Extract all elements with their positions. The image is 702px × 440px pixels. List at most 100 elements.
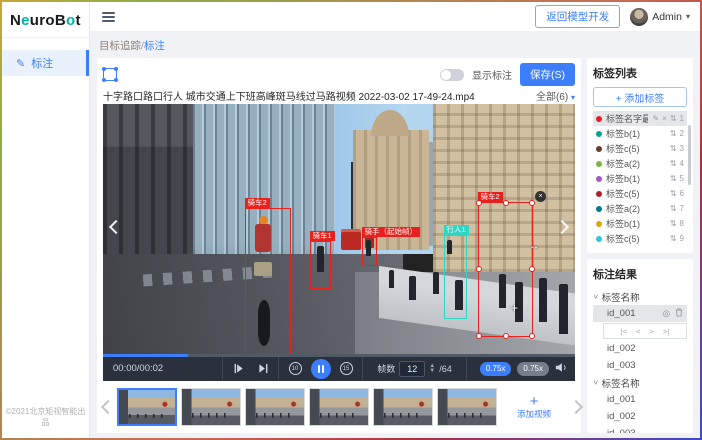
- pager-first-icon[interactable]: |<: [621, 327, 627, 336]
- sort-icon[interactable]: ⇅: [670, 189, 677, 198]
- label-color-dot: [596, 161, 602, 167]
- label-row[interactable]: 标签c(5) ⇅3: [593, 141, 687, 156]
- label-row[interactable]: 标签b(1) ⇅2: [593, 126, 687, 141]
- rewind-10-icon[interactable]: 10: [289, 362, 302, 375]
- result-item-label: id_003: [607, 428, 636, 433]
- label-name: 标签b(1): [606, 172, 666, 185]
- label-name: 标签b(1): [606, 127, 666, 140]
- add-label-button[interactable]: + 添加标签: [593, 87, 687, 107]
- filmstrip-next-arrow[interactable]: [569, 400, 583, 414]
- skip-back-icon[interactable]: [233, 363, 244, 374]
- label-row[interactable]: 标签c(5) ⇅6: [593, 186, 687, 201]
- speaker-icon[interactable]: [555, 362, 567, 376]
- sidebar-item-label: 标注: [31, 55, 53, 71]
- resize-handle[interactable]: [476, 333, 482, 339]
- label-list-card: 标签列表 + 添加标签 标签名字最长数... ✎×⇅1 标签b(1): [587, 58, 693, 253]
- forward-15-icon[interactable]: 15: [340, 362, 353, 375]
- sort-icon[interactable]: ⇅: [670, 204, 677, 213]
- label-row[interactable]: 标签a(2) ⇅4: [593, 156, 687, 171]
- resize-handle[interactable]: [503, 333, 509, 339]
- resize-handle[interactable]: [503, 200, 509, 206]
- chevron-expand-icon: >: [591, 294, 600, 299]
- label-order: 4: [680, 159, 684, 168]
- video-thumbnail-6[interactable]: [437, 388, 497, 426]
- locate-icon[interactable]: ◎: [663, 308, 670, 319]
- video-thumbnail-2[interactable]: [181, 388, 241, 426]
- video-thumbnail-1[interactable]: [117, 388, 177, 426]
- video-thumbnail-5[interactable]: [373, 388, 433, 426]
- bbox-rider1[interactable]: 骑车1: [310, 241, 331, 289]
- pause-button[interactable]: [311, 359, 331, 379]
- speed-pill-active[interactable]: 0.75x: [480, 362, 512, 376]
- sort-icon[interactable]: ⇅: [670, 114, 677, 123]
- collapse-menu-icon[interactable]: [102, 12, 115, 22]
- label-color-dot: [596, 206, 602, 212]
- label-color-dot: [596, 221, 602, 227]
- sidebar-item-annotate[interactable]: ✎ 标注: [2, 50, 89, 76]
- edit-icon[interactable]: ✎: [652, 114, 659, 123]
- frame-stepper[interactable]: ▲▼: [429, 364, 435, 374]
- sort-icon[interactable]: ⇅: [670, 174, 677, 183]
- result-item[interactable]: id_001: [593, 391, 687, 408]
- delete-icon[interactable]: ×: [662, 114, 667, 123]
- label-color-dot: [596, 191, 602, 197]
- logo-part: N: [10, 12, 21, 29]
- frame-number-input[interactable]: [399, 361, 425, 377]
- video-player[interactable]: 骑车2 骑车1 骑手（起始帧） 行人1 骑车2: [103, 104, 575, 354]
- label-row[interactable]: 标签a(2) ⇅7: [593, 201, 687, 216]
- pager-last-icon[interactable]: >|: [663, 327, 669, 336]
- label-row[interactable]: 标签c(5) ⇅9: [593, 231, 687, 246]
- user-menu[interactable]: Admin ▾: [630, 8, 690, 26]
- annotation-workspace: 显示标注 保存(S) 十字路口路口行人 城市交通上下班高峰斑马线过马路视频 20…: [97, 58, 581, 433]
- sort-icon[interactable]: ⇅: [670, 144, 677, 153]
- resize-handle[interactable]: [476, 266, 482, 272]
- bbox-pedestrian1[interactable]: 行人1: [444, 235, 467, 319]
- back-to-model-dev-button[interactable]: 返回模型开发: [535, 5, 620, 28]
- save-button[interactable]: 保存(S): [520, 63, 575, 86]
- show-annotation-label: 显示标注: [472, 67, 512, 82]
- sidebar: NeuroBot ✎ 标注 ©2021北京矩视智能出品: [2, 2, 90, 438]
- sort-icon[interactable]: ⇅: [670, 219, 677, 228]
- resize-handle[interactable]: [476, 200, 482, 206]
- scrollbar[interactable]: [688, 125, 691, 186]
- video-thumbnail-4[interactable]: [309, 388, 369, 426]
- show-annotation-toggle[interactable]: [440, 69, 464, 81]
- rect-select-tool-icon[interactable]: [103, 68, 117, 81]
- result-item[interactable]: id_003: [593, 425, 687, 433]
- app-logo: NeuroBot: [2, 2, 89, 38]
- delete-box-icon[interactable]: ×: [535, 191, 546, 202]
- result-item[interactable]: id_002: [593, 408, 687, 425]
- speed-pill-inactive[interactable]: 0.75x: [517, 362, 549, 376]
- filmstrip-prev-arrow[interactable]: [101, 400, 115, 414]
- result-item[interactable]: id_003: [593, 357, 687, 374]
- skip-forward-icon[interactable]: [258, 363, 269, 374]
- trash-icon[interactable]: [675, 308, 683, 319]
- resize-handle[interactable]: [529, 200, 535, 206]
- breadcrumb: 目标追踪/标注: [99, 38, 693, 53]
- result-item-selected[interactable]: id_001 ◎: [593, 305, 687, 322]
- resize-handle[interactable]: [529, 333, 535, 339]
- label-row[interactable]: 标签b(1) ⇅5: [593, 171, 687, 186]
- breadcrumb-parent[interactable]: 目标追踪: [99, 40, 141, 52]
- sort-icon[interactable]: ⇅: [670, 159, 677, 168]
- progress-bar[interactable]: [103, 354, 575, 357]
- sort-icon[interactable]: ⇅: [670, 129, 677, 138]
- result-group-header[interactable]: > 标签名称: [593, 374, 687, 391]
- label-row[interactable]: 标签名字最长数... ✎×⇅1: [593, 111, 687, 126]
- result-group-label: 标签名称: [602, 290, 640, 304]
- label-color-dot: [596, 176, 602, 182]
- result-item[interactable]: id_002: [593, 340, 687, 357]
- add-video-button[interactable]: + 添加视频: [501, 387, 567, 427]
- video-thumbnail-3[interactable]: [245, 388, 305, 426]
- label-row[interactable]: 标签b(1) ⇅8: [593, 216, 687, 231]
- frame-total-label: /64: [439, 364, 452, 374]
- label-order: 8: [680, 219, 684, 228]
- pager-next-icon[interactable]: >: [650, 327, 654, 336]
- pager-prev-icon[interactable]: <: [636, 327, 640, 336]
- sort-icon[interactable]: ⇅: [670, 234, 677, 243]
- filter-dropdown[interactable]: 全部(6) ▾: [536, 88, 575, 103]
- bbox-rider-startframe[interactable]: 骑手（起始帧）: [362, 237, 377, 266]
- bbox-rider2[interactable]: 骑车2: [245, 208, 291, 354]
- bbox-selected[interactable]: 骑车2 × + ↔: [478, 202, 533, 337]
- result-group-header[interactable]: > 标签名称: [593, 288, 687, 305]
